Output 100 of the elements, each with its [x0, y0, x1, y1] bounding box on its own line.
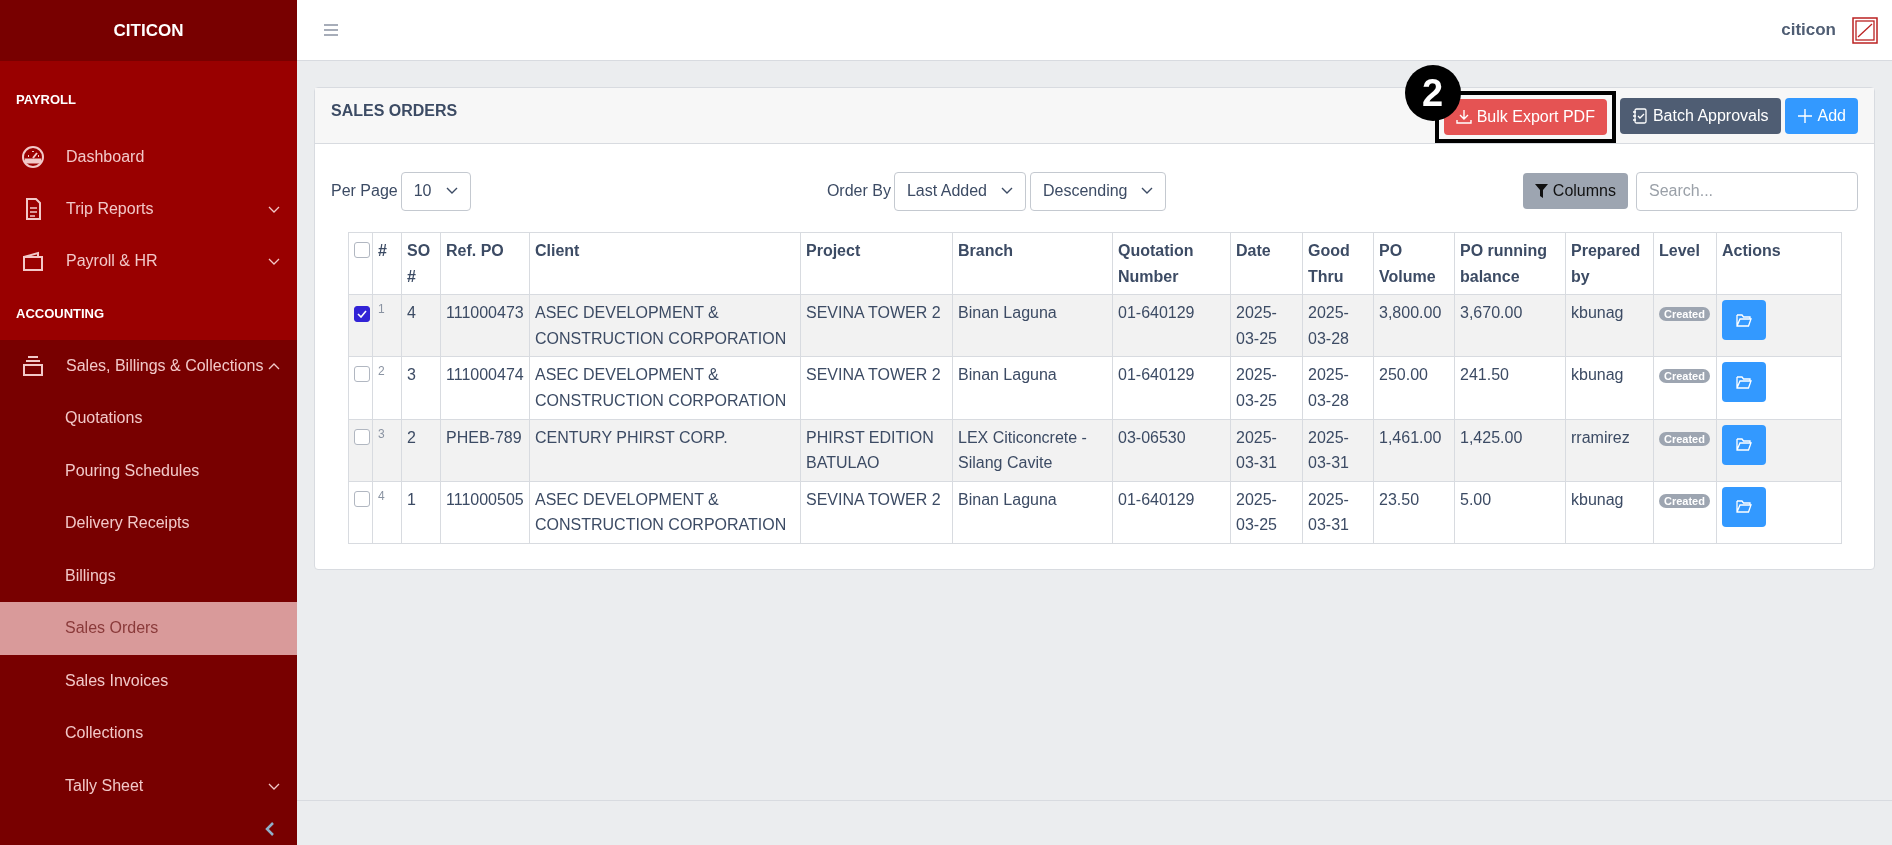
table-cell: PHIRST EDITION BATULAO: [800, 419, 953, 482]
table-cell: Binan Laguna: [952, 356, 1113, 420]
table-cell: 2: [401, 419, 441, 482]
column-header: Good Thru: [1302, 232, 1374, 295]
columns-button[interactable]: Columns: [1522, 173, 1628, 209]
table-cell: 250.00: [1373, 356, 1455, 420]
table-cell: Binan Laguna: [952, 294, 1113, 357]
table-cell: LEX Citiconcrete - Silang Cavite: [952, 419, 1113, 482]
search-field[interactable]: Search...: [1636, 171, 1858, 211]
row-number: 2: [372, 356, 402, 420]
sidebar-item[interactable]: Delivery Receipts: [0, 497, 297, 550]
sidebar-item[interactable]: Trip Reports: [0, 182, 297, 236]
order-field-select[interactable]: Last Added: [893, 171, 1026, 211]
sidebar-item[interactable]: Dashboard: [0, 130, 297, 183]
status-badge: Created: [1659, 307, 1710, 322]
table-cell: kbunag: [1565, 356, 1654, 420]
folder-icon: [1736, 438, 1752, 452]
per-page-select[interactable]: 10: [400, 171, 471, 211]
sidebar-item[interactable]: Sales Invoices: [0, 654, 297, 707]
column-header: Date: [1230, 232, 1303, 295]
gauge-icon: [20, 143, 46, 170]
sidebar-item[interactable]: Quotations: [0, 392, 297, 445]
broken-image-icon[interactable]: [1852, 16, 1878, 44]
open-button[interactable]: [1722, 486, 1766, 527]
table-cell: 2025-03-31: [1230, 419, 1303, 482]
chevron-down-icon: [445, 187, 458, 195]
checkbox[interactable]: [354, 242, 370, 258]
column-header: Prepared by: [1565, 232, 1654, 295]
sidebar-item[interactable]: Collections: [0, 707, 297, 760]
column-header: Actions: [1716, 232, 1842, 295]
status-badge: Created: [1659, 369, 1710, 384]
table-cell: CENTURY PHIRST CORP.: [529, 419, 801, 482]
status-badge: Created: [1659, 431, 1710, 446]
annotation-marker: 2: [1404, 64, 1461, 121]
open-button[interactable]: [1722, 424, 1766, 465]
column-header: PO Volume: [1373, 232, 1455, 295]
download-icon: [1455, 108, 1472, 125]
sidebar-item[interactable]: Tally Sheet: [0, 759, 297, 812]
sidebar-item[interactable]: Pouring Schedules: [0, 444, 297, 497]
user-name[interactable]: citicon: [1781, 17, 1836, 43]
column-header: Project: [800, 232, 953, 295]
column-header: Ref. PO: [440, 232, 530, 295]
brand-title: CITICON: [0, 0, 297, 61]
row-number: 3: [372, 419, 402, 482]
table-cell: 3: [401, 356, 441, 420]
chevron-down-icon: [1001, 187, 1013, 195]
folder-icon: [1736, 375, 1752, 389]
table-cell: kbunag: [1565, 294, 1654, 357]
table-cell: ASEC DEVELOPMENT & CONSTRUCTION CORPORATION: [529, 481, 801, 544]
row-number: 1: [372, 294, 402, 357]
table-cell: Binan Laguna: [952, 481, 1113, 544]
table-cell: ASEC DEVELOPMENT & CONSTRUCTION CORPORATION: [529, 294, 801, 357]
sidebar-item[interactable]: Payroll & HR: [0, 235, 297, 288]
table-cell: 2025-03-28: [1302, 356, 1374, 420]
table-cell: 1,425.00: [1454, 419, 1566, 482]
column-header: PO running balance: [1454, 232, 1566, 295]
checkbox[interactable]: [354, 428, 370, 445]
card-title: SALES ORDERS: [331, 100, 458, 121]
table-cell: SEVINA TOWER 2: [800, 481, 953, 544]
column-header: SO #: [401, 232, 441, 295]
open-button[interactable]: [1722, 362, 1766, 403]
plus-icon: [1796, 107, 1813, 124]
table-cell: 4: [401, 294, 441, 357]
table-cell: SEVINA TOWER 2: [800, 356, 953, 420]
column-header: Branch: [952, 232, 1113, 295]
table-cell: SEVINA TOWER 2: [800, 294, 953, 357]
open-button[interactable]: [1722, 300, 1766, 341]
table-cell: 5.00: [1454, 481, 1566, 544]
table-cell: 111000473: [440, 294, 530, 357]
table-cell: PHEB-789: [440, 419, 530, 482]
collapse-icon[interactable]: [265, 821, 275, 836]
sidebar-item[interactable]: Billings: [0, 549, 297, 602]
column-header: Quotation Number: [1112, 232, 1231, 295]
checklist-icon: [1631, 107, 1648, 124]
sidebar-item[interactable]: Sales, Billings & Collections: [0, 339, 297, 392]
checkbox[interactable]: [354, 490, 370, 507]
checkbox[interactable]: [354, 306, 370, 323]
table-cell: 1: [401, 481, 441, 544]
approvals-button[interactable]: Batch Approvals: [1619, 97, 1781, 134]
table-cell: 2025-03-25: [1230, 481, 1303, 544]
row-number: 4: [372, 481, 402, 544]
section-heading: PAYROLL: [15, 90, 77, 109]
table-cell: 3,670.00: [1454, 294, 1566, 357]
order-direction-select[interactable]: Descending: [1030, 171, 1167, 211]
menu-icon[interactable]: [323, 23, 339, 37]
column-header: Client: [529, 232, 801, 295]
table-cell: 2025-03-25: [1230, 356, 1303, 420]
checkbox[interactable]: [354, 366, 370, 383]
table-cell: 111000505: [440, 481, 530, 544]
table-cell: 2025-03-25: [1230, 294, 1303, 357]
table-cell: 1,461.00: [1373, 419, 1455, 482]
column-header: #: [372, 232, 402, 295]
table-cell: ASEC DEVELOPMENT & CONSTRUCTION CORPORATION: [529, 356, 801, 420]
table-cell: 2025-03-31: [1302, 419, 1374, 482]
chevron-down-icon: [1141, 187, 1154, 195]
table-cell: rramirez: [1565, 419, 1654, 482]
export-button[interactable]: Bulk Export PDF: [1443, 98, 1607, 135]
table-cell: kbunag: [1565, 481, 1654, 544]
table-cell: 01-640129: [1112, 481, 1231, 544]
table-cell: 03-06530: [1112, 419, 1231, 482]
